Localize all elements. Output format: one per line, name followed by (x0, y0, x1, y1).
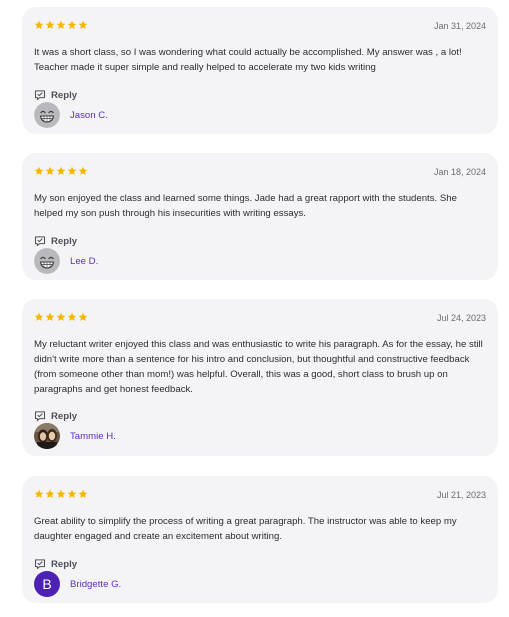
review-date: Jul 24, 2023 (436, 313, 486, 323)
star-icon (45, 312, 55, 322)
review-text: It was a short class, so I was wondering… (34, 47, 462, 73)
star-icon (34, 20, 44, 30)
review-date: Jan 18, 2024 (433, 167, 486, 177)
review-author: Tammie H. (34, 423, 116, 449)
letter-avatar: B (34, 571, 60, 597)
smiley-face-icon (34, 102, 60, 128)
reply-icon (34, 558, 46, 570)
reply-button[interactable]: Reply (34, 558, 77, 570)
star-icon (56, 20, 66, 30)
star-icon (67, 312, 77, 322)
star-icon (45, 166, 55, 176)
profile-photo (34, 423, 60, 449)
review-author: B Bridgette G. (34, 571, 121, 597)
reply-label: Reply (51, 89, 78, 101)
reply-label: Reply (51, 235, 78, 247)
star-icon (78, 312, 88, 322)
author-name[interactable]: Tammie H. (70, 431, 116, 442)
reply-button[interactable]: Reply (34, 410, 77, 422)
review-text: Great ability to simplify the process of… (34, 516, 457, 542)
star-icon (56, 166, 66, 176)
review-card: Jan 18, 2024 My son enjoyed the class an… (22, 153, 498, 280)
review-card: Jan 31, 2024 It was a short class, so I … (22, 7, 498, 134)
review-author: Jason C. (34, 102, 108, 128)
review-header: Jul 24, 2023 (34, 311, 486, 325)
reply-label: Reply (51, 410, 78, 422)
reply-label: Reply (51, 558, 78, 570)
star-icon (78, 20, 88, 30)
star-rating (34, 489, 88, 501)
review-header: Jul 21, 2023 (34, 488, 486, 502)
star-rating (34, 20, 88, 32)
star-icon (78, 166, 88, 176)
star-icon (67, 489, 77, 499)
star-icon (34, 489, 44, 499)
reply-icon (34, 89, 46, 101)
author-name[interactable]: Lee D. (70, 256, 98, 267)
star-icon (56, 489, 66, 499)
review-header: Jan 18, 2024 (34, 165, 486, 179)
review-card: Jul 21, 2023 Great ability to simplify t… (22, 476, 498, 603)
review-text: My reluctant writer enjoyed this class a… (34, 339, 483, 395)
star-icon (78, 489, 88, 499)
review-author: Lee D. (34, 248, 98, 274)
reply-button[interactable]: Reply (34, 89, 77, 101)
review-card: Jul 24, 2023 My reluctant writer enjoyed… (22, 299, 498, 456)
reply-icon (34, 410, 46, 422)
star-icon (56, 312, 66, 322)
reply-icon (34, 235, 46, 247)
review-date: Jul 21, 2023 (436, 490, 486, 500)
star-icon (67, 166, 77, 176)
reply-button[interactable]: Reply (34, 235, 77, 247)
star-rating (34, 312, 88, 324)
star-rating (34, 166, 88, 178)
reviews-list: Jan 31, 2024 It was a short class, so I … (0, 0, 509, 617)
star-icon (34, 312, 44, 322)
author-name[interactable]: Bridgette G. (70, 579, 121, 590)
smiley-face-icon (34, 248, 60, 274)
author-name[interactable]: Jason C. (70, 110, 108, 121)
review-date: Jan 31, 2024 (433, 21, 486, 31)
review-text: My son enjoyed the class and learned som… (34, 193, 457, 219)
star-icon (45, 489, 55, 499)
star-icon (45, 20, 55, 30)
review-header: Jan 31, 2024 (34, 19, 486, 33)
star-icon (34, 166, 44, 176)
star-icon (67, 20, 77, 30)
